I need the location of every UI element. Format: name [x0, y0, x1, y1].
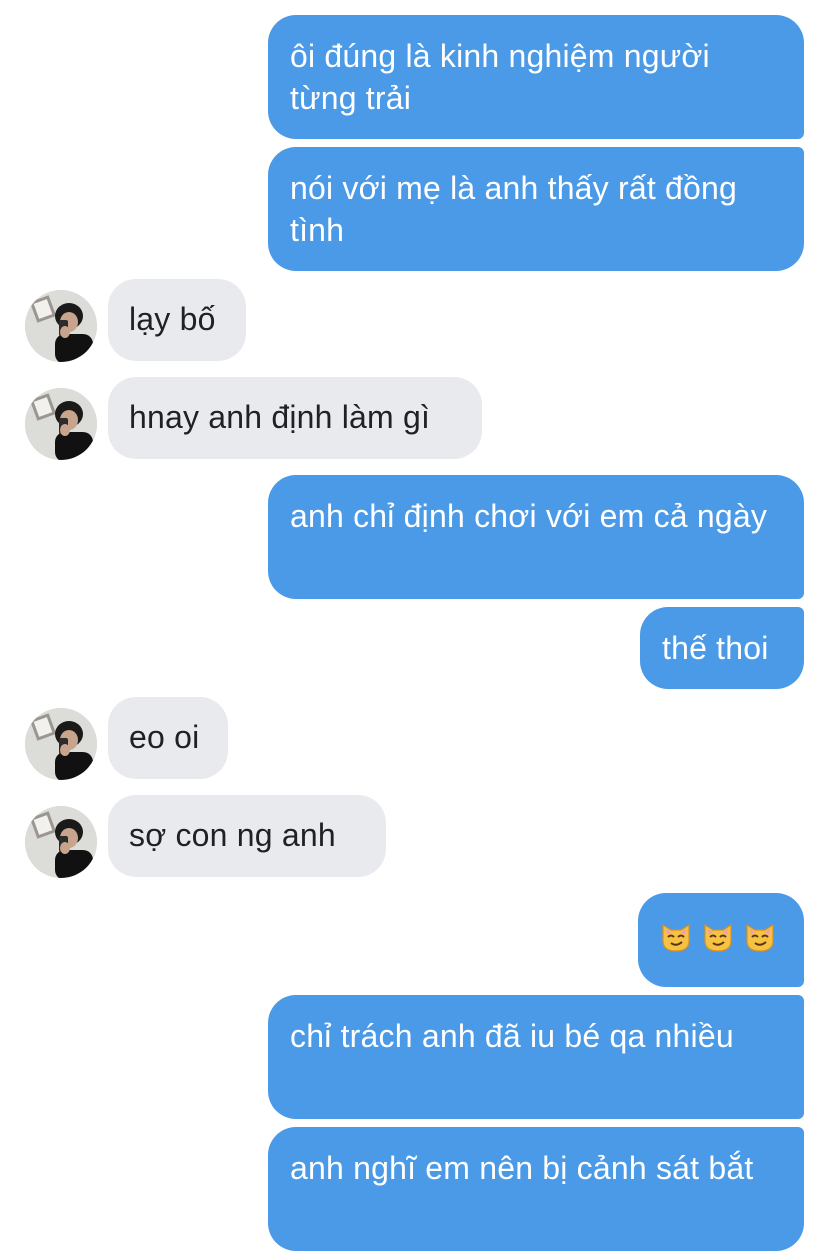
- incoming-message-bubble[interactable]: hnay anh định làm gì: [108, 377, 482, 459]
- incoming-message-bubble[interactable]: lạy bố: [108, 279, 246, 361]
- incoming-message-bubble[interactable]: sợ con ng anh: [108, 795, 386, 877]
- message-text: eo oi: [129, 719, 200, 755]
- contact-avatar[interactable]: [25, 806, 97, 878]
- message-text: anh chỉ định chơi với em cả ngày: [290, 498, 768, 534]
- message-text: ôi đúng là kinh nghiệm người từng trải: [290, 38, 710, 116]
- person-photo-icon: [25, 806, 97, 878]
- smirking-cat-face-icon: [662, 923, 690, 952]
- outgoing-message-bubble[interactable]: ôi đúng là kinh nghiệm người từng trải: [268, 15, 804, 139]
- message-text: hnay anh định làm gì: [129, 399, 431, 435]
- smirking-cat-face-icon: [704, 923, 732, 952]
- contact-avatar[interactable]: [25, 290, 97, 362]
- contact-avatar[interactable]: [25, 708, 97, 780]
- outgoing-message-bubble[interactable]: chỉ trách anh đã iu bé qa nhiều: [268, 995, 804, 1119]
- message-text: chỉ trách anh đã iu bé qa nhiều: [290, 1018, 734, 1054]
- person-photo-icon: [25, 388, 97, 460]
- emoji-row: [660, 913, 782, 953]
- outgoing-message-bubble[interactable]: anh nghĩ em nên bị cảnh sát bắt: [268, 1127, 804, 1251]
- person-photo-icon: [25, 708, 97, 780]
- message-text: nói với mẹ là anh thấy rất đồng tình: [290, 170, 737, 248]
- outgoing-message-bubble[interactable]: nói với mẹ là anh thấy rất đồng tình: [268, 147, 804, 271]
- message-text: thế thoi: [662, 630, 769, 666]
- contact-avatar[interactable]: [25, 388, 97, 460]
- message-text: sợ con ng anh: [129, 817, 336, 853]
- outgoing-message-bubble[interactable]: anh chỉ định chơi với em cả ngày: [268, 475, 804, 599]
- message-text: anh nghĩ em nên bị cảnh sát bắt: [290, 1150, 754, 1186]
- message-text: lạy bố: [129, 301, 216, 337]
- outgoing-emoji-bubble[interactable]: [638, 893, 804, 987]
- incoming-message-bubble[interactable]: eo oi: [108, 697, 228, 779]
- person-photo-icon: [25, 290, 97, 362]
- outgoing-message-bubble[interactable]: thế thoi: [640, 607, 804, 689]
- smirking-cat-face-icon: [746, 923, 774, 952]
